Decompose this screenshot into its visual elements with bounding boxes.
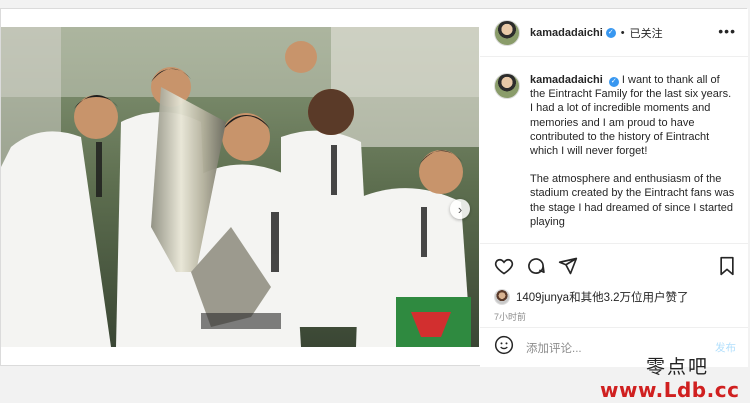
heart-icon[interactable] — [494, 256, 514, 281]
screenshot-frame: › kamadadaichi ✓ • 已关注 ••• kamadadaichi … — [0, 0, 750, 403]
caption-paragraph: I want to thank all of the Eintracht Fam… — [530, 74, 732, 158]
next-photo-button[interactable]: › — [450, 199, 470, 219]
caption-username[interactable]: kamadadaichi — [530, 74, 603, 86]
caption-text: kamadadaichi ✓ I want to thank all of th… — [530, 73, 736, 243]
liker-avatar — [494, 289, 510, 305]
verified-badge-icon: ✓ — [605, 27, 616, 38]
verified-badge-icon: ✓ — [608, 77, 619, 87]
post-photo[interactable]: › — [1, 27, 479, 347]
caption-avatar[interactable] — [494, 73, 520, 99]
likes-summary[interactable]: 1409junya和其他3.2万位用户赞了 — [494, 289, 689, 305]
share-icon[interactable] — [558, 256, 578, 281]
celebration-photo — [1, 27, 479, 347]
avatar[interactable] — [494, 19, 520, 46]
watermark-chinese: 零点吧 — [646, 356, 710, 378]
action-bar — [480, 243, 748, 289]
username-link[interactable]: kamadadaichi — [530, 27, 603, 39]
caption-area: kamadadaichi ✓ I want to thank all of th… — [480, 57, 748, 243]
comment-icon[interactable] — [526, 256, 546, 281]
watermark-url: www.Ldb.cc — [600, 378, 740, 402]
bookmark-icon[interactable] — [718, 256, 736, 281]
follow-status-button[interactable]: 已关注 — [630, 25, 663, 41]
more-horizontal-icon[interactable]: ••• — [718, 23, 736, 39]
likes-text: 1409junya和其他3.2万位用户赞了 — [516, 292, 689, 304]
emoji-icon[interactable] — [494, 335, 514, 360]
instagram-post-card: › kamadadaichi ✓ • 已关注 ••• kamadadaichi … — [0, 8, 748, 367]
post-timestamp[interactable]: 7小时前 — [494, 310, 526, 323]
post-header: kamadadaichi ✓ • 已关注 ••• — [480, 9, 748, 57]
caption-paragraph: The atmosphere and enthusiasm of the sta… — [530, 173, 735, 228]
post-comment-button[interactable]: 发布 — [715, 340, 736, 355]
post-sidebar: kamadadaichi ✓ • 已关注 ••• kamadadaichi ✓ … — [480, 9, 748, 367]
separator-dot: • — [620, 26, 625, 39]
chevron-right-icon: › — [457, 201, 463, 217]
